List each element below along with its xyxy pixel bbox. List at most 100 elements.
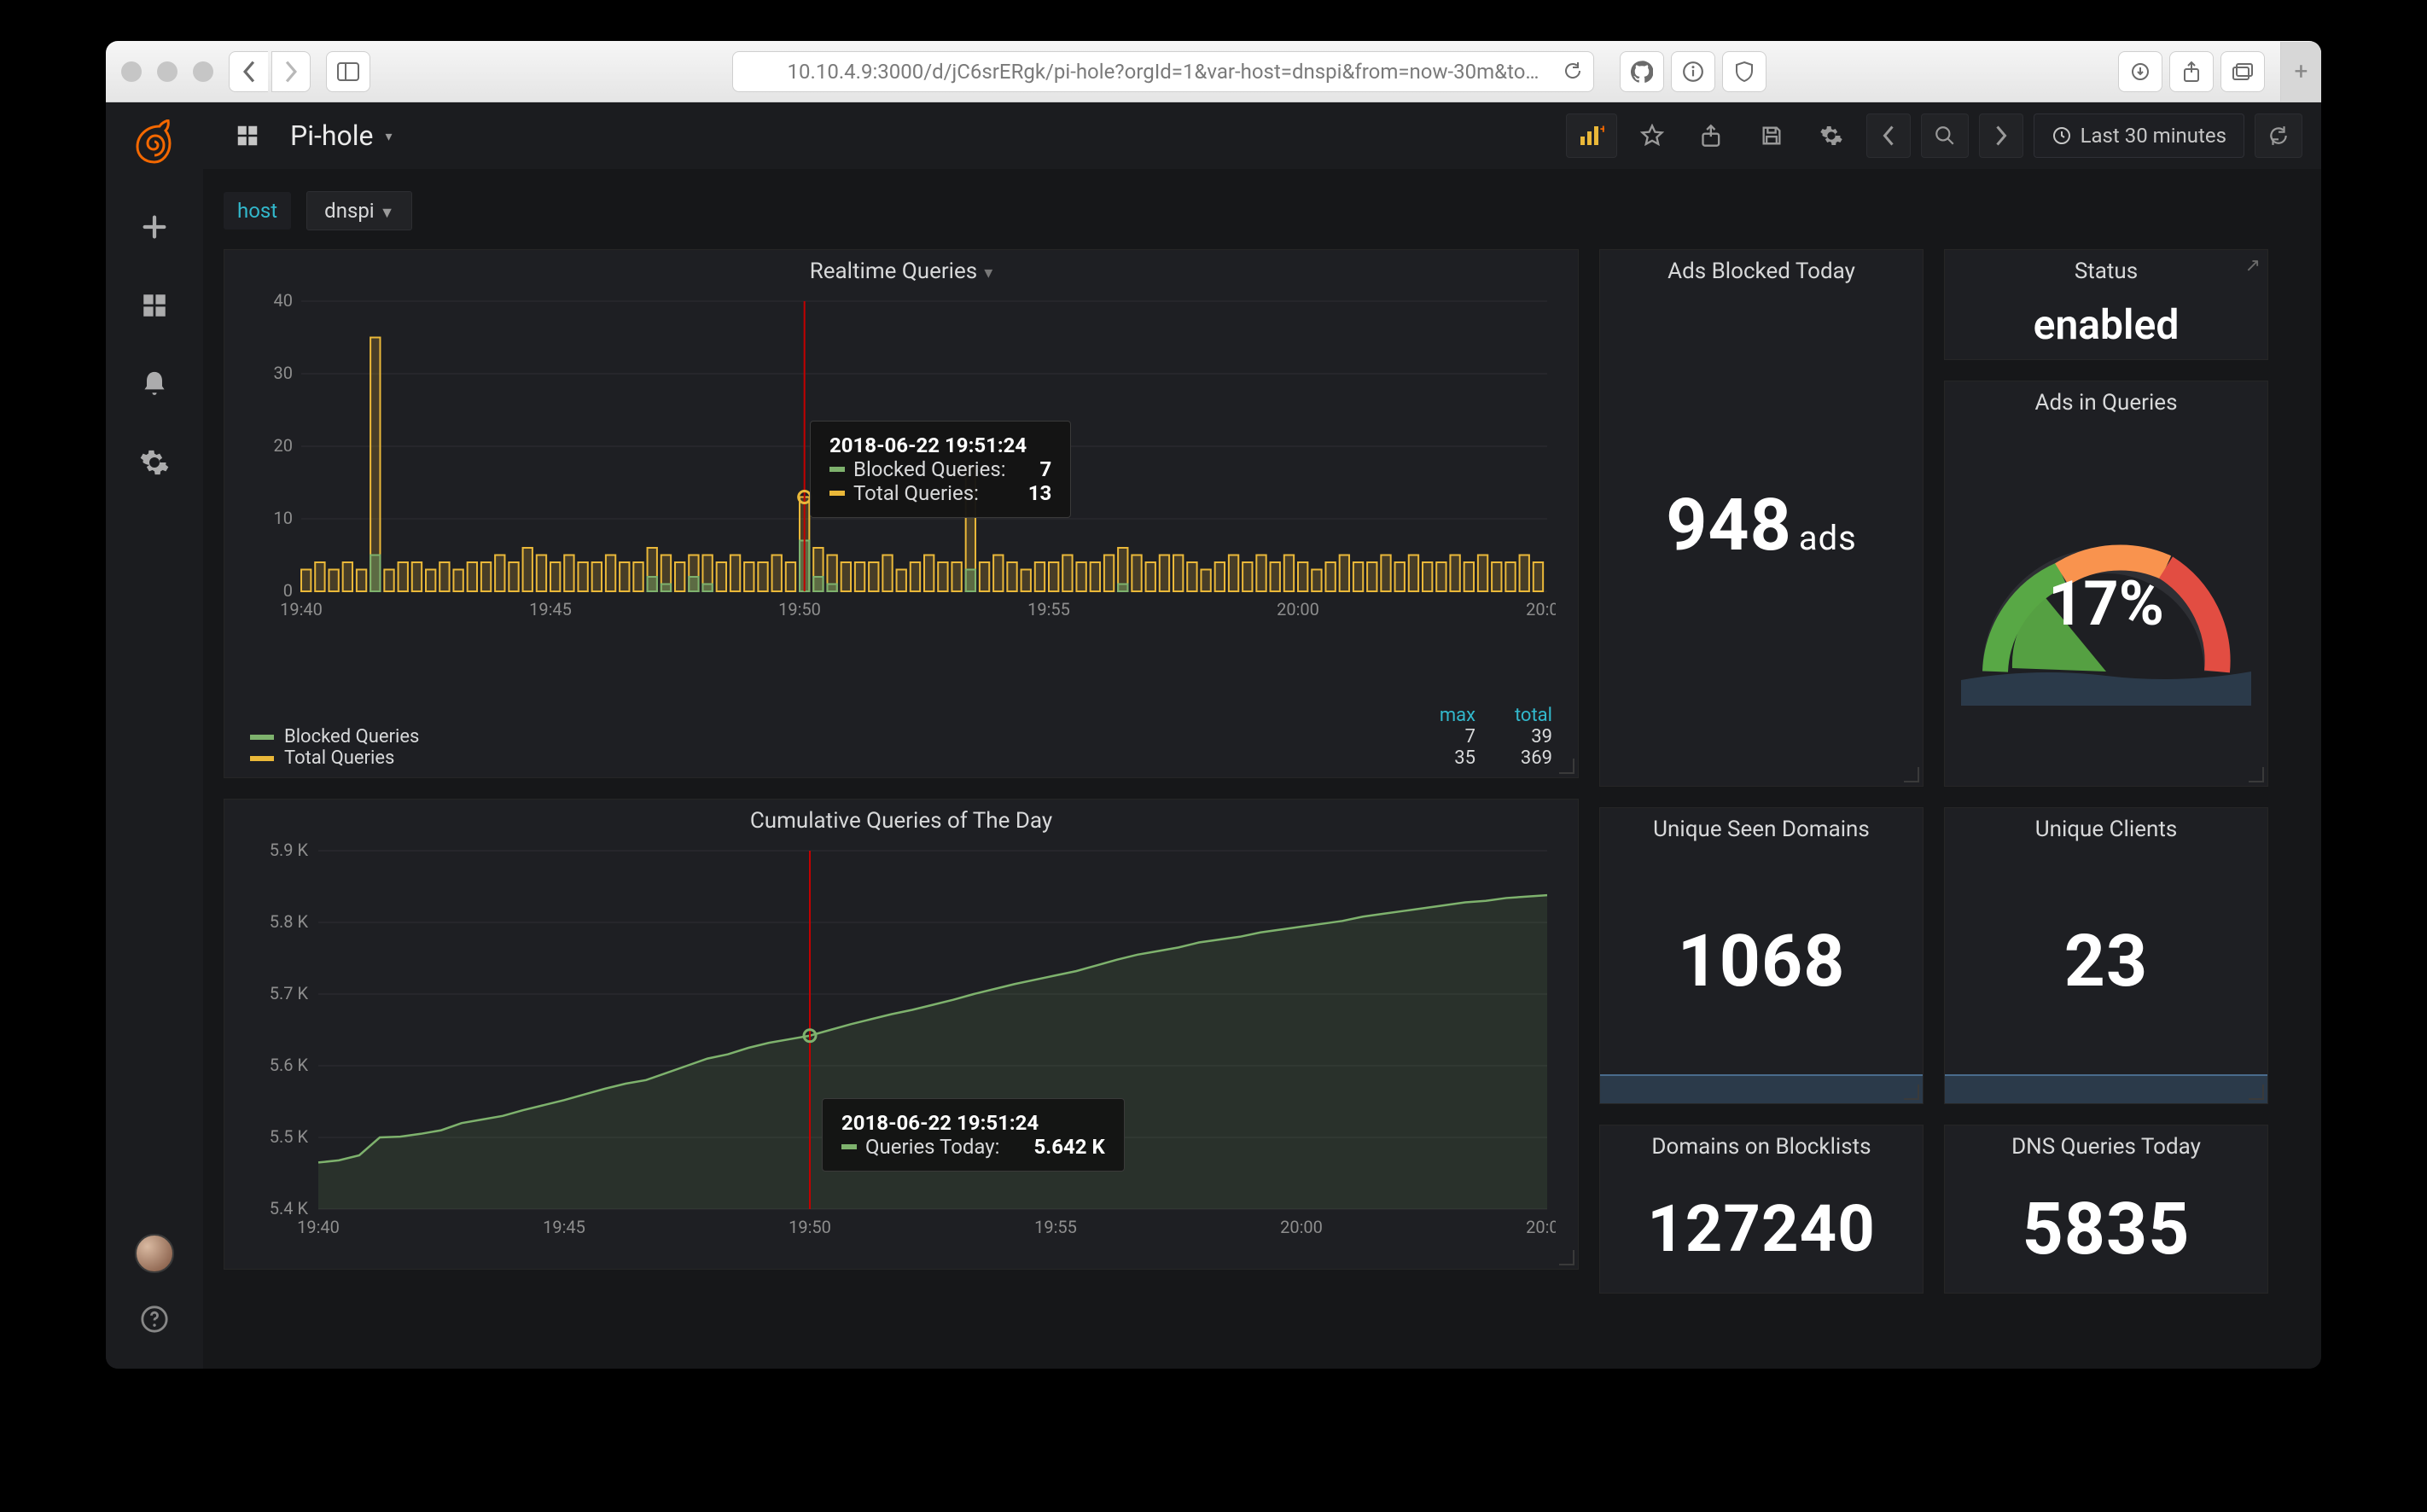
downloads-icon[interactable] [2118, 51, 2162, 92]
reload-icon[interactable] [1563, 61, 1583, 86]
refresh-dashboard-button[interactable] [2255, 113, 2302, 158]
panel-ads-in-queries[interactable]: Ads in Queries 17% [1944, 381, 2268, 787]
sidebar-alerting-icon[interactable] [136, 365, 173, 403]
panel-status[interactable]: ↗ Status enabled [1944, 249, 2268, 360]
sidebar-dashboards-icon[interactable] [136, 287, 173, 324]
panel-resize-handle[interactable] [2249, 1085, 2264, 1100]
panel-resize-handle[interactable] [1904, 1085, 1919, 1100]
time-range-picker[interactable]: Last 30 minutes [2034, 113, 2244, 158]
popout-icon[interactable]: ↗ [2245, 255, 2261, 276]
panel-menu-chevron-icon[interactable]: ▾ [984, 262, 992, 282]
dashboards-grid-icon[interactable] [222, 113, 273, 158]
panel-realtime-queries[interactable]: Realtime Queries▾ 01020304019:4019:4519:… [224, 249, 1579, 778]
panel-title: Status [1945, 250, 2267, 289]
panel-unique-clients[interactable]: Unique Clients 23 [1944, 807, 2268, 1104]
user-avatar[interactable] [135, 1234, 174, 1273]
svg-text:20:05: 20:05 [1526, 1217, 1556, 1237]
svg-text:19:55: 19:55 [1034, 1217, 1077, 1237]
legend-row[interactable]: Total Queries35369 [250, 747, 1552, 769]
sidebar-toggle-icon[interactable] [326, 51, 370, 92]
svg-text:+: + [1600, 125, 1604, 137]
panel-resize-handle[interactable] [1559, 759, 1574, 774]
svg-text:20: 20 [274, 435, 293, 456]
chart-tooltip: 2018-06-22 19:51:24 Queries Today:5.642 … [822, 1098, 1125, 1172]
chart-tooltip: 2018-06-22 19:51:24 Blocked Queries:7 To… [810, 421, 1071, 518]
nav-forward-button[interactable] [271, 51, 311, 92]
panel-title[interactable]: Realtime Queries▾ [224, 250, 1578, 289]
sidebar-help-icon[interactable] [136, 1300, 173, 1338]
svg-text:5.4 K: 5.4 K [270, 1198, 309, 1218]
panel-title: Unique Seen Domains [1600, 808, 1923, 847]
minimize-window-dot[interactable] [157, 61, 178, 82]
ext-shield-icon[interactable] [1722, 51, 1766, 92]
show-tabs-icon[interactable] [2220, 51, 2265, 92]
share-dashboard-button[interactable] [1687, 113, 1737, 158]
sidebar-config-icon[interactable] [136, 444, 173, 481]
time-forward-button[interactable] [1979, 113, 2023, 158]
ext-info-icon[interactable] [1671, 51, 1715, 92]
svg-text:19:40: 19:40 [280, 599, 323, 619]
panel-resize-handle[interactable] [1559, 1250, 1574, 1265]
dashboard-picker[interactable]: Pi-hole ▾ [290, 119, 392, 152]
dashboard-settings-button[interactable] [1807, 113, 1856, 158]
panel-title[interactable]: Cumulative Queries of The Day [224, 800, 1578, 839]
svg-text:30: 30 [274, 363, 293, 383]
svg-text:5.8 K: 5.8 K [270, 911, 309, 932]
gauge-value: 17% [2048, 567, 2164, 640]
stat-value: 127240 [1647, 1190, 1876, 1267]
clock-icon [2052, 125, 2072, 146]
realtime-legend: maxtotal Blocked Queries739 Total Querie… [224, 700, 1578, 777]
chevron-down-icon: ▾ [385, 128, 392, 144]
stat-value: 23 [2064, 919, 2148, 1003]
svg-text:19:50: 19:50 [778, 599, 821, 619]
legend-row[interactable]: Blocked Queries739 [250, 726, 1552, 747]
panel-ads-blocked[interactable]: Ads Blocked Today 948ads [1599, 249, 1924, 787]
add-panel-button[interactable]: + [1566, 113, 1617, 158]
new-tab-button[interactable]: + [2280, 42, 2321, 102]
grafana-logo-icon[interactable] [131, 119, 178, 167]
save-dashboard-button[interactable] [1747, 113, 1796, 158]
panel-resize-handle[interactable] [2249, 767, 2264, 782]
app-sidebar [106, 102, 203, 1369]
svg-text:19:55: 19:55 [1027, 599, 1070, 619]
zoom-out-button[interactable] [1921, 113, 1969, 158]
var-host-value[interactable]: dnspi ▼ [306, 191, 412, 230]
star-button[interactable] [1627, 113, 1677, 158]
svg-text:5.5 K: 5.5 K [270, 1126, 309, 1147]
share-icon[interactable] [2169, 51, 2214, 92]
panel-cumulative-queries[interactable]: Cumulative Queries of The Day 5.4 K 5.5 K… [224, 799, 1579, 1270]
svg-text:20:00: 20:00 [1280, 1217, 1323, 1237]
sparkline-bar [1600, 1074, 1923, 1103]
panel-resize-handle[interactable] [1904, 767, 1919, 782]
stat-unit: ads [1799, 518, 1857, 558]
svg-text:5.7 K: 5.7 K [270, 983, 309, 1003]
time-back-button[interactable] [1866, 113, 1911, 158]
sidebar-create-icon[interactable] [136, 208, 173, 246]
cumulative-chart[interactable]: 5.4 K5.5 K5.6 K5.7 K5.8 K5.9 K19:4019:45… [259, 842, 1557, 1262]
panel-unique-domains[interactable]: Unique Seen Domains 1068 [1599, 807, 1924, 1104]
stat-value: enabled [2034, 300, 2180, 349]
svg-text:19:45: 19:45 [529, 599, 572, 619]
var-host-label: host [224, 192, 291, 230]
gauge: 17% [1945, 421, 2267, 786]
panel-domains-blocklists[interactable]: Domains on Blocklists 127240 [1599, 1125, 1924, 1294]
panel-title: Domains on Blocklists [1600, 1125, 1923, 1165]
traffic-lights [121, 61, 213, 82]
svg-text:19:40: 19:40 [297, 1217, 340, 1237]
url-field[interactable]: 10.10.4.9:3000/d/jC6srERgk/pi-hole?orgId… [732, 51, 1594, 92]
browser-chrome: 10.10.4.9:3000/d/jC6srERgk/pi-hole?orgId… [106, 41, 2321, 102]
url-text: 10.10.4.9:3000/d/jC6srERgk/pi-hole?orgId… [788, 60, 1539, 84]
svg-text:20:00: 20:00 [1277, 599, 1319, 619]
svg-text:19:50: 19:50 [789, 1217, 831, 1237]
sparkline-bar [1945, 1074, 2267, 1103]
zoom-window-dot[interactable] [193, 61, 213, 82]
ext-github-icon[interactable] [1620, 51, 1664, 92]
realtime-chart[interactable]: 01020304019:4019:4519:5019:5520:0020:05 … [259, 293, 1557, 693]
nav-back-button[interactable] [229, 51, 268, 92]
svg-text:20:05: 20:05 [1526, 599, 1556, 619]
svg-text:10: 10 [274, 508, 293, 528]
dashboard-title: Pi-hole [290, 119, 373, 152]
dashboard-topbar: Pi-hole ▾ + [203, 102, 2321, 169]
close-window-dot[interactable] [121, 61, 142, 82]
panel-dns-queries-today[interactable]: DNS Queries Today 5835 [1944, 1125, 2268, 1294]
